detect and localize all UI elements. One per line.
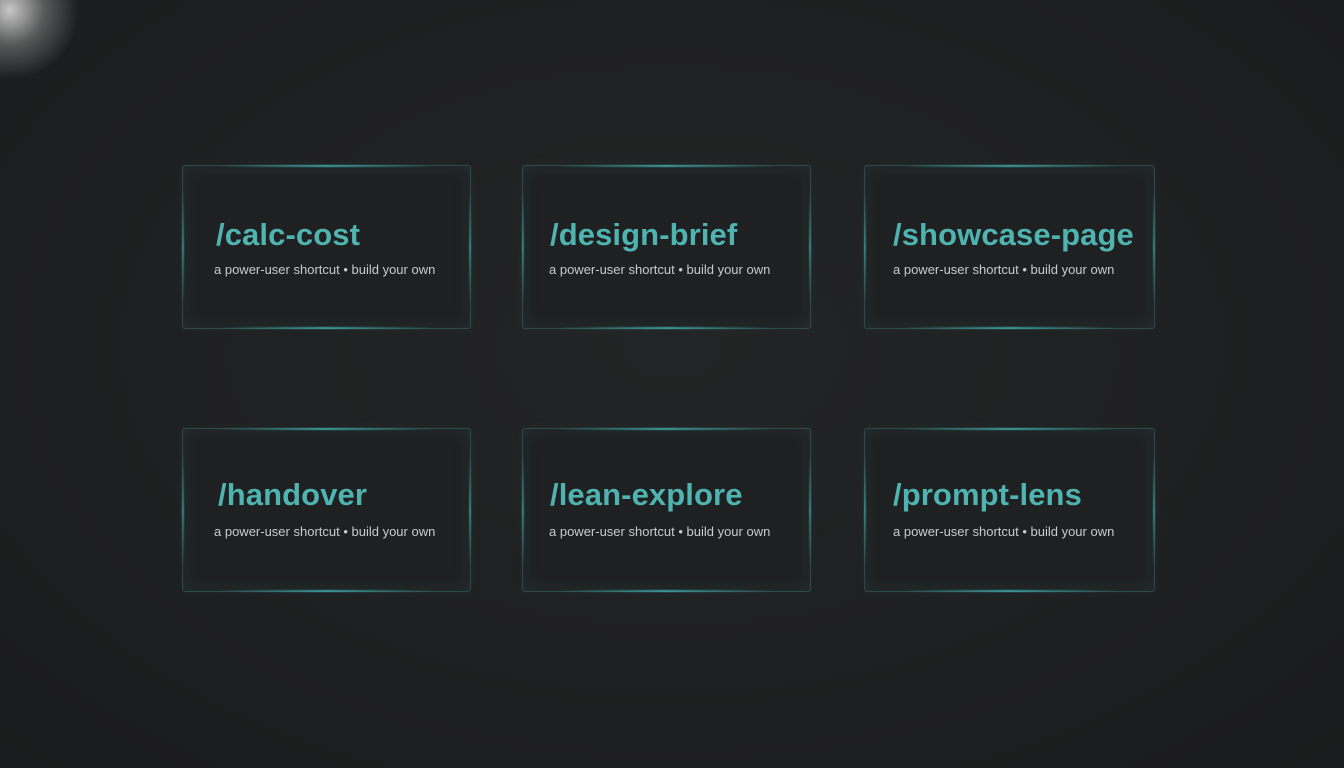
shortcut-command: /showcase-page [893,217,1134,252]
card-edge-glow [864,190,866,304]
card-edge-glow [809,190,811,304]
card-edge-glow [182,190,184,304]
corner-light-glow [0,0,80,80]
card-edge-glow [182,453,184,567]
shortcut-subtitle: a power-user shortcut • build your own [214,524,436,539]
shortcut-subtitle: a power-user shortcut • build your own [893,262,1115,277]
shortcut-grid-screen: /calc-cost a power-user shortcut • build… [0,0,1344,768]
card-edge-glow [1153,190,1155,304]
shortcut-card-showcase-page[interactable]: /showcase-page a power-user shortcut • b… [864,165,1155,329]
shortcut-card-prompt-lens[interactable]: /prompt-lens a power-user shortcut • bui… [864,428,1155,592]
card-edge-glow [469,190,471,304]
shortcut-card-lean-explore[interactable]: /lean-explore a power-user shortcut • bu… [522,428,811,592]
shortcut-command: /lean-explore [550,477,743,512]
card-edge-glow [864,453,866,567]
shortcut-command: /calc-cost [216,217,361,252]
card-edge-glow [469,453,471,567]
card-edge-glow [1153,453,1155,567]
shortcut-subtitle: a power-user shortcut • build your own [893,524,1115,539]
shortcut-subtitle: a power-user shortcut • build your own [214,262,436,277]
card-edge-glow [522,190,524,304]
card-edge-glow [522,453,524,567]
shortcut-command: /design-brief [550,217,738,252]
shortcut-subtitle: a power-user shortcut • build your own [549,524,771,539]
shortcut-command: /handover [218,477,368,512]
shortcut-card-handover[interactable]: /handover a power-user shortcut • build … [182,428,471,592]
shortcut-card-calc-cost[interactable]: /calc-cost a power-user shortcut • build… [182,165,471,329]
shortcut-card-design-brief[interactable]: /design-brief a power-user shortcut • bu… [522,165,811,329]
card-edge-glow [809,453,811,567]
shortcut-subtitle: a power-user shortcut • build your own [549,262,771,277]
shortcut-command: /prompt-lens [893,477,1082,512]
